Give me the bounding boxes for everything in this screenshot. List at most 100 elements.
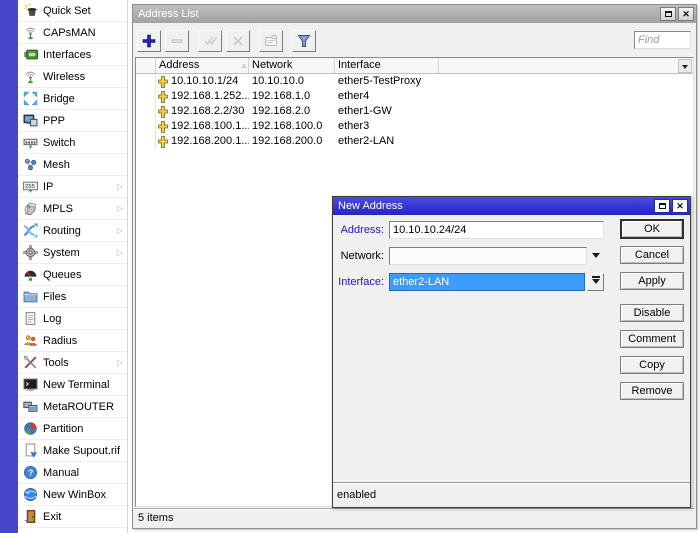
sidebar-item-radius[interactable]: Radius [18,330,127,352]
dialog-close-button[interactable]: ✕ [672,199,688,213]
close-button[interactable]: ✕ [678,7,694,21]
disable-button[interactable]: Disable [620,304,684,322]
sidebar-accent-strip [0,0,18,533]
sidebar-item-queues[interactable]: Queues [18,264,127,286]
supout-sheet-icon [23,443,38,458]
maximize-button[interactable] [660,7,676,21]
network-combo[interactable] [389,247,587,265]
row-interface-cell: ether2-LAN [338,135,395,147]
network-dropdown-icon[interactable] [592,253,600,262]
dialog-titlebar[interactable]: New Address ✕ [333,197,690,215]
address-value: 10.10.10.1/24 [171,75,239,87]
column-header-network[interactable]: Network [249,58,335,73]
copy-button[interactable]: Copy [620,356,684,374]
cancel-button[interactable]: Cancel [620,246,684,264]
sidebar-item-new-winbox[interactable]: New WinBox [18,484,127,506]
table-row[interactable]: 192.168.2.2/30 192.168.2.0 ether1-GW [136,104,693,119]
ip-255-icon: 255 [23,179,38,194]
sidebar-item-routing[interactable]: Routing ▷ [18,220,127,242]
row-flags-cell [136,134,156,149]
row-flags-cell [136,89,156,104]
sidebar-item-label: Bridge [43,92,75,105]
interface-combo[interactable]: ether2-LAN [389,273,585,291]
bridge-arrows-icon [23,91,38,106]
interface-field-label: Interface: [338,276,384,288]
add-button[interactable] [137,30,161,52]
column-header-address[interactable]: Address ▵ [156,58,249,73]
apply-button[interactable]: Apply [620,272,684,290]
svg-text:255: 255 [25,184,36,190]
row-address-cell: 192.168.200.1... [156,134,249,149]
address-value: 192.168.200.1... [171,135,249,147]
sidebar-item-system[interactable]: System ▷ [18,242,127,264]
sidebar-item-mpls[interactable]: MPLS ▷ [18,198,127,220]
sidebar-item-bridge[interactable]: Bridge [18,88,127,110]
remove-button[interactable] [165,30,189,52]
row-flags-cell [136,74,156,89]
sidebar-item-label: MPLS [43,202,73,215]
sidebar-item-tools[interactable]: Tools ▷ [18,352,127,374]
filter-button[interactable] [292,30,316,52]
sidebar-item-label: Log [43,312,62,325]
mesh-nodes-icon [23,157,38,172]
interface-card-icon [23,47,38,62]
interface-dropdown-button[interactable] [587,273,604,291]
window-title: Address List [138,8,199,20]
sidebar-item-label: Make Supout.rif [43,444,121,457]
remove-button[interactable]: Remove [620,382,684,400]
comment-button[interactable] [259,30,283,52]
log-sheet-icon [23,311,38,326]
minus-icon [169,33,185,49]
sidebar-item-ip[interactable]: 255 IP ▷ [18,176,127,198]
sidebar-item-ppp[interactable]: PPP [18,110,127,132]
table-body: 10.10.10.1/24 10.10.10.0 ether5-TestProxy 1… [136,74,693,149]
sidebar-item-mesh[interactable]: Mesh [18,154,127,176]
row-interface-cell: ether3 [338,120,370,132]
sidebar-item-new-terminal[interactable]: New Terminal [18,374,127,396]
column-header-filler [439,58,693,73]
submenu-arrow-icon: ▷ [116,358,123,367]
address-value: 192.168.2.2/30 [171,105,245,117]
dialog-body: Address: Network: Interface: ether2-LAN … [333,215,690,507]
sidebar-item-switch[interactable]: Switch [18,132,127,154]
address-item-icon [158,105,168,118]
dialog-maximize-button[interactable] [654,199,670,213]
close-icon: ✕ [676,200,684,211]
enable-button[interactable] [198,30,222,52]
disable-button[interactable] [226,30,250,52]
table-row[interactable]: 192.168.1.252... 192.168.1.0 ether4 [136,89,693,104]
row-interface-cell: ether1-GW [338,105,392,117]
sidebar-item-exit[interactable]: Exit [18,506,127,528]
sidebar-item-label: New WinBox [43,488,106,501]
ok-button[interactable]: OK [620,219,684,239]
sidebar-item-files[interactable]: Files [18,286,127,308]
find-input[interactable] [634,31,691,49]
address-list-titlebar[interactable]: Address List ✕ [133,5,696,23]
table-header-row: Address ▵ Network Interface [136,58,693,74]
sidebar-item-log[interactable]: Log [18,308,127,330]
sidebar-item-quick-set[interactable]: Quick Set [18,0,127,22]
flags-column-header[interactable] [136,58,156,73]
sidebar-item-interfaces[interactable]: Interfaces [18,44,127,66]
column-select-button[interactable] [678,59,692,73]
sidebar-item-wireless[interactable]: Wireless [18,66,127,88]
svg-text:?: ? [28,468,33,478]
address-input[interactable] [389,221,604,239]
sidebar-item-label: Switch [43,136,76,149]
table-row[interactable]: 192.168.100.1... 192.168.100.0 ether3 [136,119,693,134]
maximize-icon [658,203,666,209]
mpls-tags-icon [23,201,38,216]
sidebar-item-label: IP [43,180,54,193]
column-header-interface[interactable]: Interface [335,58,439,73]
sidebar-item-partition[interactable]: Partition [18,418,127,440]
sidebar-item-manual[interactable]: ? Manual [18,462,127,484]
comment-button[interactable]: Comment [620,330,684,348]
table-row[interactable]: 192.168.200.1... 192.168.200.0 ether2-LAN [136,134,693,149]
sidebar-item-metarouter[interactable]: MetaROUTER [18,396,127,418]
sidebar-item-label: Exit [43,510,62,523]
sidebar-item-capsman[interactable]: CAPsMAN [18,22,127,44]
table-row[interactable]: 10.10.10.1/24 10.10.10.0 ether5-TestProxy [136,74,693,89]
globe-icon [23,487,38,502]
sidebar-item-make-supout-rif[interactable]: Make Supout.rif [18,440,127,462]
switch-icon [23,135,38,150]
